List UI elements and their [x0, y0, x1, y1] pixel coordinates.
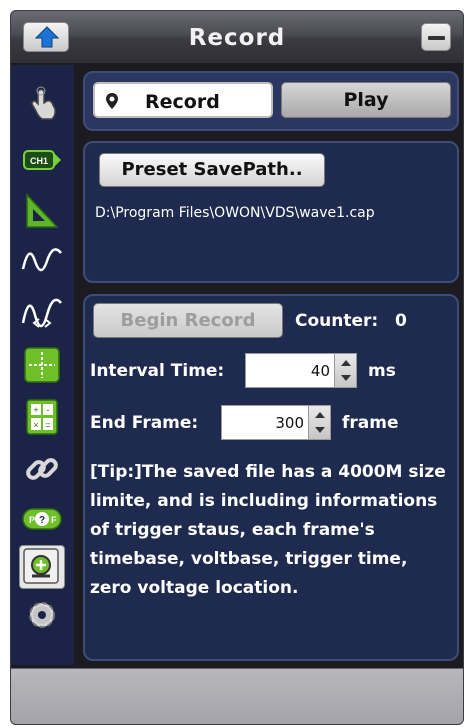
window-title: Record: [188, 25, 286, 51]
waveform-icon[interactable]: [21, 241, 63, 281]
crosshair-icon[interactable]: [21, 345, 63, 385]
minus-icon: [428, 36, 445, 40]
counter-value: 0: [395, 311, 407, 331]
svg-text:CH1: CH1: [30, 156, 48, 166]
svg-text:=: =: [45, 420, 50, 430]
touch-hand-icon[interactable]: [21, 85, 63, 125]
chevron-down-icon[interactable]: [315, 427, 325, 433]
interval-time-stepper[interactable]: 40: [245, 353, 357, 388]
interval-time-value: 40: [310, 362, 330, 380]
ch1-icon[interactable]: CH1: [21, 139, 63, 179]
end-frame-label: End Frame:: [90, 413, 199, 433]
begin-record-button[interactable]: Begin Record: [93, 303, 283, 338]
minimize-button[interactable]: [421, 23, 451, 51]
chevron-down-icon[interactable]: [341, 375, 351, 381]
tab-record-label: Record: [145, 91, 220, 113]
status-bar: [11, 668, 463, 724]
tip-text: [Tip:]The saved file has a 4000M size li…: [90, 462, 446, 598]
calculator-icon[interactable]: + - × =: [21, 397, 63, 437]
record-zoom-icon[interactable]: [19, 545, 65, 589]
tab-record[interactable]: Record: [93, 82, 273, 118]
end-frame-stepper[interactable]: 300: [221, 405, 331, 440]
mode-tabs: Record Play: [83, 71, 459, 131]
interval-time-arrows[interactable]: [334, 354, 356, 387]
record-window: Record CH1 + - × = ? P F Record Play Pre…: [10, 10, 464, 725]
end-frame-arrows[interactable]: [308, 406, 330, 439]
svg-text:?: ?: [39, 515, 45, 526]
svg-text:-: -: [47, 405, 50, 415]
triangle-ruler-icon[interactable]: [21, 191, 63, 231]
svg-text:F: F: [51, 515, 57, 525]
title-bar: Record: [11, 11, 463, 64]
location-pin-icon: [106, 93, 118, 109]
interval-time-unit: ms: [368, 361, 396, 381]
record-settings-panel: Begin Record Counter: 0 Interval Time: 4…: [83, 294, 459, 661]
tab-play[interactable]: Play: [281, 82, 451, 118]
dual-waveform-icon[interactable]: [21, 293, 63, 333]
preset-savepath-button[interactable]: Preset SavePath..: [99, 153, 325, 187]
svg-text:×: ×: [33, 420, 38, 430]
chevron-up-icon[interactable]: [341, 360, 351, 366]
chain-link-icon[interactable]: [21, 449, 63, 489]
end-frame-unit: frame: [342, 413, 399, 433]
tool-sidebar: CH1 + - × = ? P F: [11, 65, 74, 665]
save-path-text: D:\Program Files\OWON\VDS\wave1.cap: [95, 205, 375, 221]
pass-fail-icon[interactable]: ? P F: [21, 499, 63, 539]
interval-time-label: Interval Time:: [90, 361, 225, 381]
gear-icon[interactable]: [21, 595, 63, 635]
counter-label: Counter:: [295, 311, 379, 331]
end-frame-value: 300: [275, 414, 304, 432]
save-path-panel: Preset SavePath.. D:\Program Files\OWON\…: [83, 141, 459, 283]
svg-text:+: +: [33, 405, 38, 415]
svg-text:P: P: [29, 515, 35, 525]
chevron-up-icon[interactable]: [315, 412, 325, 418]
